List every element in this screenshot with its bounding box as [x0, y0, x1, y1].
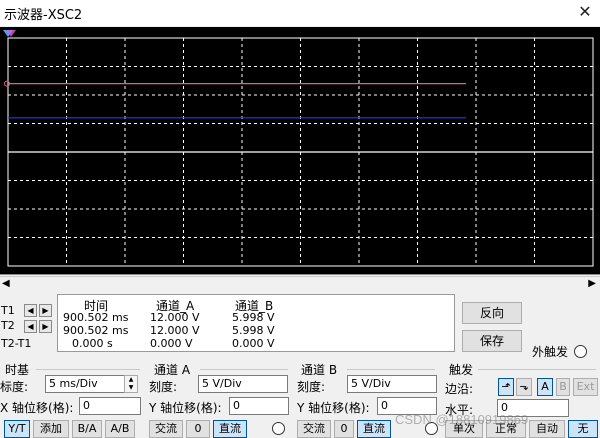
channel-a-zero-button[interactable]: 0 [186, 420, 210, 438]
auto-trigger-button[interactable]: 自动 [529, 420, 565, 438]
t2-label: T2 [1, 319, 15, 332]
none-trigger-button[interactable]: 无 [568, 420, 598, 438]
t1-time: 900.502 ms [63, 311, 129, 324]
external-trigger-radio[interactable] [574, 345, 587, 358]
yt-mode-button[interactable]: Y/T [4, 420, 30, 438]
timebase-scale-input[interactable]: 5 ms/Div [45, 375, 125, 393]
t1-right-arrow-icon[interactable]: ▶ [39, 304, 52, 317]
trigger-divider [478, 369, 596, 370]
spin-down-icon[interactable]: ▼ [125, 384, 137, 392]
trigger-edge-label: 边沿: [445, 382, 474, 396]
channel-b-title: 通道 B [301, 363, 338, 377]
scroll-right-icon[interactable]: ▶ [588, 278, 596, 289]
timebase-scale-label: 标度: [0, 380, 29, 394]
channel-b-divider [347, 369, 435, 370]
t1-channel-a: 12.000 V [150, 311, 200, 324]
channel-a-divider [200, 369, 288, 370]
channel-a-ypos-label: Y 轴位移(格): [149, 401, 222, 415]
falling-edge-icon[interactable]: ⬎ [516, 378, 532, 396]
channel-a-title: 通道 A [154, 363, 191, 377]
cursor-readout: 时间 通道_A 通道_B 900.502 ms 12.000 V 5.998 V… [57, 294, 455, 352]
window-title: 示波器-XSC2 [4, 8, 83, 23]
channel-a-scale-input[interactable]: 5 V/Div [198, 375, 288, 393]
channel-a-ac-button[interactable]: 交流 [149, 420, 183, 438]
ab-mode-button[interactable]: A/B [105, 420, 135, 438]
channel-b-ac-button[interactable]: 交流 [297, 420, 331, 438]
t2-t1-label: T2-T1 [1, 337, 32, 350]
timebase-scale-spinner[interactable]: ▲ ▼ [124, 375, 138, 393]
channel-b-dc-button[interactable]: 直流 [357, 420, 391, 438]
channel-b-ypos-label: Y 轴位移(格): [297, 401, 370, 415]
channel-a-dc-button[interactable]: 直流 [213, 420, 247, 438]
spin-up-icon[interactable]: ▲ [125, 376, 137, 384]
horizontal-scrollbar[interactable]: ◀ ▶ [0, 276, 600, 293]
ba-mode-button[interactable]: B/A [72, 420, 102, 438]
rising-edge-icon[interactable]: ⬏ [498, 378, 514, 396]
timebase-divider [36, 369, 140, 370]
t1-channel-b: 5.998 V [232, 311, 275, 324]
trigger-source-b-button[interactable]: B [556, 378, 570, 396]
close-icon[interactable]: ✕ [576, 2, 594, 21]
channel-a-radio[interactable] [272, 422, 285, 435]
x-position-label: X 轴位移(格): [0, 401, 74, 415]
diff-channel-a: 0.000 V [150, 337, 193, 350]
t2-right-arrow-icon[interactable]: ▶ [39, 320, 52, 333]
channel-b-zero-button[interactable]: 0 [334, 420, 354, 438]
channel-b-scale-label: 刻度: [297, 380, 326, 394]
external-trigger-label: 外触发 [532, 345, 569, 359]
add-mode-button[interactable]: 添加 [33, 420, 69, 438]
trigger-title: 触发 [449, 363, 474, 377]
channel-a-scale-label: 刻度: [149, 380, 178, 394]
channel-a-ypos-input[interactable]: 0 [229, 397, 289, 415]
t1-left-arrow-icon[interactable]: ◀ [24, 304, 37, 317]
save-button[interactable]: 保存 [462, 330, 522, 352]
t2-time: 900.502 ms [63, 324, 129, 337]
title-bar: 示波器-XSC2 ✕ [0, 0, 600, 26]
timebase-title: 时基 [5, 363, 30, 377]
scroll-left-icon[interactable]: ◀ [2, 278, 10, 289]
oscilloscope-screen [0, 27, 600, 275]
diff-time: 0.000 s [72, 337, 113, 350]
trigger-source-ext-button[interactable]: Ext [573, 378, 598, 396]
trigger-source-a-button[interactable]: A [537, 378, 553, 396]
t2-channel-a: 12.000 V [150, 324, 200, 337]
t1-label: T1 [1, 304, 15, 317]
x-position-input[interactable]: 0 [79, 397, 141, 415]
channel-b-scale-input[interactable]: 5 V/Div [347, 375, 437, 393]
scope-display [3, 30, 594, 267]
t2-channel-b: 5.998 V [232, 324, 275, 337]
t2-left-arrow-icon[interactable]: ◀ [24, 320, 37, 333]
diff-channel-b: 0.000 V [232, 337, 275, 350]
watermark: CSDN @18810919869 [395, 412, 529, 427]
reverse-button[interactable]: 反向 [462, 302, 522, 324]
